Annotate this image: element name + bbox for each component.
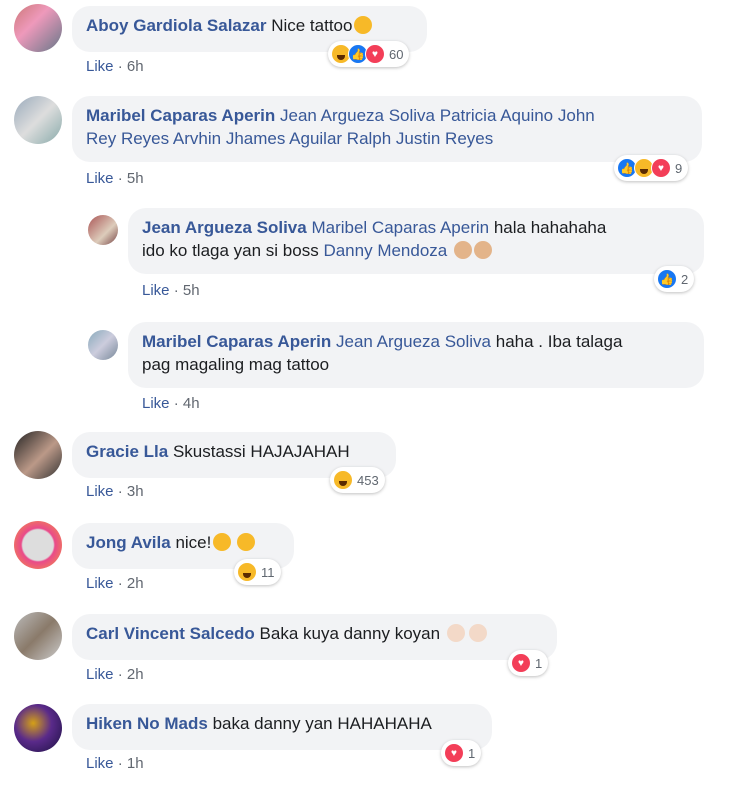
comment-text: pag magaling mag tattoo: [142, 355, 330, 374]
reaction-summary[interactable]: 👍 2: [654, 266, 695, 292]
comment-text: nice!: [175, 533, 212, 552]
reaction-count: 1: [535, 655, 543, 671]
separator: ·: [117, 666, 123, 683]
avatar[interactable]: [14, 521, 62, 569]
comment-author[interactable]: Aboy Gardiola Salazar: [86, 16, 266, 35]
separator: ·: [173, 282, 179, 299]
comment-text: Baka kuya danny koyan: [259, 624, 441, 643]
comment-author[interactable]: Hiken No Mads: [86, 714, 208, 733]
avatar[interactable]: [14, 431, 62, 479]
like-reaction-icon: 👍: [657, 269, 677, 289]
avatar[interactable]: [14, 704, 62, 752]
like-link[interactable]: Like: [86, 755, 114, 772]
separator: ·: [173, 395, 179, 412]
reaction-count: 9: [675, 160, 683, 176]
timestamp[interactable]: 4h: [183, 395, 200, 412]
timestamp[interactable]: 1h: [127, 755, 144, 772]
comment-text: Nice tattoo: [271, 16, 353, 35]
love-reaction-icon: ♥: [651, 158, 671, 178]
comment-bubble: Jean Argueza Soliva Maribel Caparas Aper…: [128, 208, 704, 274]
comment-text: hala hahahaha: [493, 218, 607, 237]
comment-text: baka danny yan HAHAHAHA: [212, 714, 432, 733]
reaction-count: 453: [357, 472, 379, 488]
like-link[interactable]: Like: [86, 483, 114, 500]
heart-eyes-emoji-icon: [354, 16, 373, 34]
separator: ·: [117, 755, 123, 772]
timestamp[interactable]: 5h: [183, 282, 200, 299]
reaction-summary[interactable]: 👍 ♥ 9: [614, 155, 689, 181]
timestamp[interactable]: 5h: [127, 170, 144, 187]
like-link[interactable]: Like: [142, 282, 170, 299]
comment-bubble: Maribel Caparas Aperin Jean Argueza Soli…: [72, 96, 702, 162]
comment-text: haha . Iba talaga: [495, 332, 623, 351]
comment-meta: Like · 2h: [86, 666, 144, 683]
reaction-count: 60: [389, 46, 404, 62]
love-reaction-icon: ♥: [511, 653, 531, 673]
avatar[interactable]: [14, 96, 62, 144]
reaction-summary[interactable]: ♥ 1: [508, 650, 549, 676]
comment-meta: Like · 2h: [86, 575, 144, 592]
comment-author[interactable]: Maribel Caparas Aperin: [142, 332, 331, 351]
comment-text: Skustassi HAJAJAHAH: [172, 442, 350, 461]
reaction-summary[interactable]: ♥ 1: [441, 740, 482, 766]
clap-emoji-icon: [454, 241, 472, 259]
avatar[interactable]: [88, 215, 118, 245]
comment-meta: Like · 3h: [86, 483, 144, 500]
haha-reaction-icon: [333, 470, 353, 490]
comment-bubble: Hiken No Mads baka danny yan HAHAHAHA: [72, 704, 492, 750]
like-link[interactable]: Like: [142, 395, 170, 412]
comment-bubble: Carl Vincent Salcedo Baka kuya danny koy…: [72, 614, 557, 660]
comment-meta: Like · 4h: [142, 395, 200, 412]
reaction-count: 1: [468, 745, 476, 761]
separator: ·: [117, 575, 123, 592]
comment-author[interactable]: Carl Vincent Salcedo: [86, 624, 255, 643]
separator: ·: [117, 483, 123, 500]
like-link[interactable]: Like: [86, 575, 114, 592]
clap-emoji-icon: [474, 241, 492, 259]
haha-reaction-icon: [237, 562, 257, 582]
avatar[interactable]: [88, 330, 118, 360]
flexed-biceps-emoji-icon: [446, 624, 465, 642]
timestamp[interactable]: 2h: [127, 666, 144, 683]
comment-meta: Like · 1h: [86, 755, 144, 772]
comment-meta: Like · 5h: [142, 282, 200, 299]
timestamp[interactable]: 6h: [127, 58, 144, 75]
party-face-emoji-icon: [213, 533, 232, 551]
tagged-name[interactable]: Maribel Caparas Aperin: [311, 218, 489, 237]
comment-author[interactable]: Gracie Lla: [86, 442, 168, 461]
comment-text: ido ko tlaga yan si boss: [142, 241, 319, 260]
like-link[interactable]: Like: [86, 170, 114, 187]
like-link[interactable]: Like: [86, 666, 114, 683]
love-reaction-icon: ♥: [444, 743, 464, 763]
reaction-count: 2: [681, 271, 689, 287]
smiling-hearts-emoji-icon: [237, 533, 256, 551]
reaction-summary[interactable]: 👍 ♥ 60: [328, 41, 410, 67]
tagged-names[interactable]: Rey Reyes Arvhin Jhames Aguilar Ralph Ju…: [86, 127, 688, 150]
comment-meta: Like · 5h: [86, 170, 144, 187]
separator: ·: [117, 58, 123, 75]
tagged-name[interactable]: Danny Mendoza: [323, 241, 447, 260]
separator: ·: [117, 170, 123, 187]
comment-author[interactable]: Jean Argueza Soliva: [142, 218, 307, 237]
comment-bubble: Maribel Caparas Aperin Jean Argueza Soli…: [128, 322, 704, 388]
ok-hand-emoji-icon: [468, 624, 487, 642]
tagged-names[interactable]: Jean Argueza Soliva Patricia Aquino John: [280, 106, 595, 125]
reaction-summary[interactable]: 11: [234, 559, 281, 585]
timestamp[interactable]: 3h: [127, 483, 144, 500]
comment-author[interactable]: Maribel Caparas Aperin: [86, 106, 275, 125]
avatar[interactable]: [14, 612, 62, 660]
love-reaction-icon: ♥: [365, 44, 385, 64]
like-link[interactable]: Like: [86, 58, 114, 75]
timestamp[interactable]: 2h: [127, 575, 144, 592]
avatar[interactable]: [14, 4, 62, 52]
reaction-summary[interactable]: 453: [330, 467, 385, 493]
tagged-name[interactable]: Jean Argueza Soliva: [336, 332, 491, 351]
comment-author[interactable]: Jong Avila: [86, 533, 171, 552]
comment-meta: Like · 6h: [86, 58, 144, 75]
reaction-count: 11: [261, 564, 275, 580]
